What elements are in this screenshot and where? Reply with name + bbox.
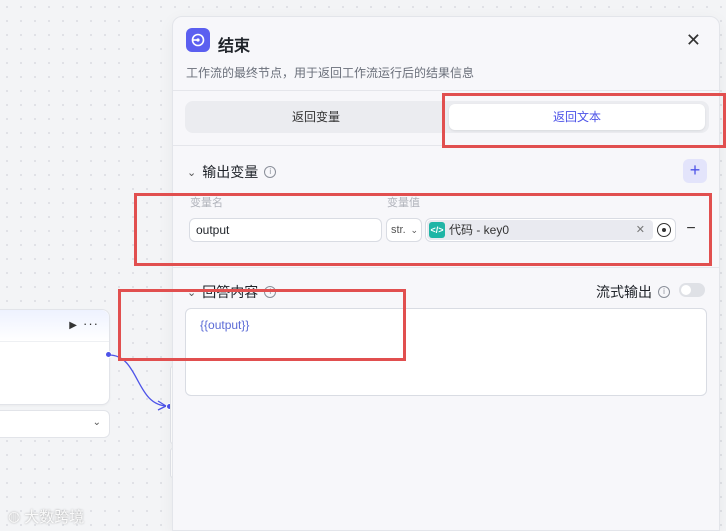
info-icon[interactable]: i — [658, 286, 670, 298]
more-icon[interactable]: ··· — [83, 316, 99, 331]
stream-output-text: 流式输出 — [596, 284, 652, 300]
run-icon[interactable]: ▶ — [69, 320, 77, 331]
canvas-node[interactable]: ▶ ··· — [0, 309, 110, 405]
info-icon[interactable]: i — [264, 166, 277, 178]
canvas-node-header: ▶ ··· — [0, 310, 109, 342]
stream-output-label: 流式输出 i — [596, 282, 670, 302]
add-variable-button[interactable]: + — [683, 159, 707, 183]
divider — [173, 267, 719, 268]
output-section-title: 输出变量 — [202, 164, 259, 180]
panel-header: 结束 ✕ 工作流的最终节点，用于返回工作流运行后的结果信息 — [173, 17, 719, 91]
highlight-box — [134, 193, 712, 266]
tab-return-variable[interactable]: 返回变量 — [188, 104, 444, 130]
close-icon[interactable]: ✕ — [686, 30, 701, 51]
highlight-box — [118, 289, 406, 361]
watermark-logo-icon: ◍ — [8, 508, 21, 524]
highlight-box — [442, 93, 726, 148]
divider — [173, 90, 719, 91]
stream-output-toggle[interactable] — [679, 283, 705, 297]
output-section-header[interactable]: ⌄ 输出变量 i — [187, 162, 277, 182]
watermark: ◍ 大数跨境 — [8, 506, 84, 527]
panel-description: 工作流的最终节点，用于返回工作流运行后的结果信息 — [186, 66, 475, 80]
end-node-icon — [186, 28, 210, 52]
canvas-node-select[interactable]: ⌄ — [0, 410, 110, 438]
panel-title: 结束 — [218, 38, 251, 55]
watermark-text: 大数跨境 — [24, 509, 85, 526]
chevron-down-icon[interactable]: ⌄ — [187, 166, 196, 179]
